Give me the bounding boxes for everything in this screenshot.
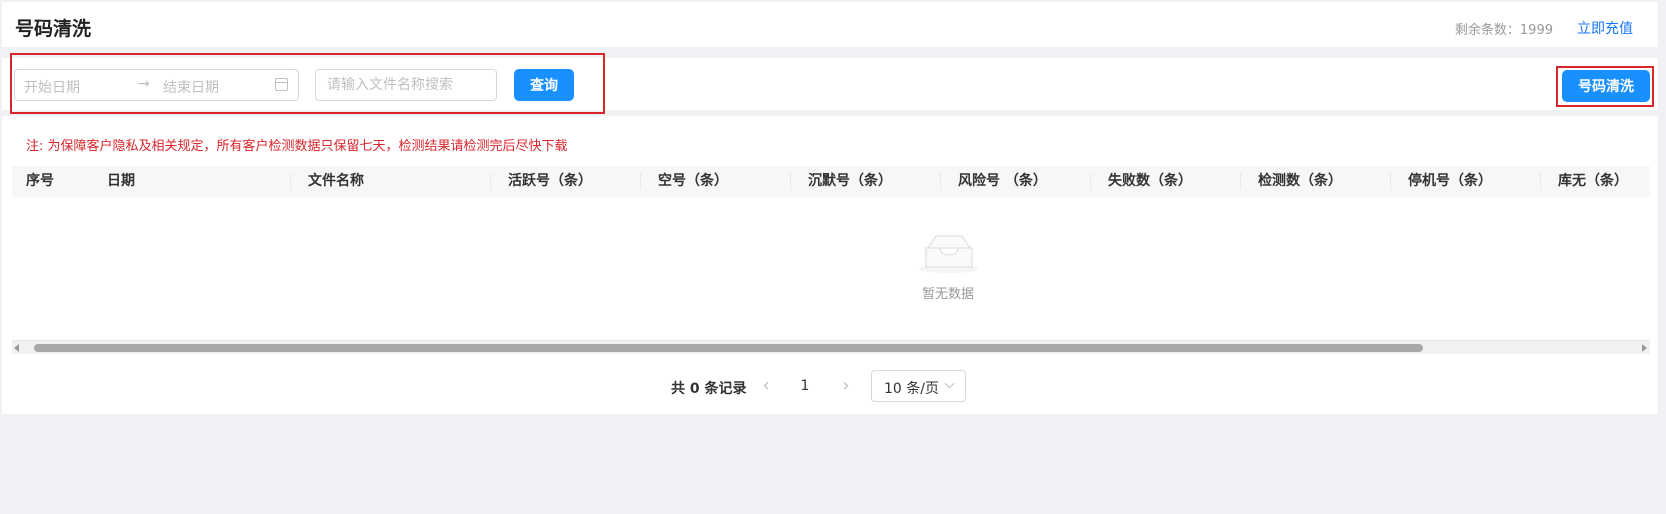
column-divider [1540,173,1541,190]
column-header-suspended: 停机号（条） [1408,173,1492,189]
scrollbar-thumb[interactable] [34,344,1423,352]
column-divider [1240,173,1241,190]
scroll-left-arrow-icon[interactable] [14,344,19,352]
column-header-active: 活跃号（条） [508,173,592,189]
horizontal-scrollbar[interactable] [12,340,1650,354]
column-header-empty: 空号（条） [658,173,728,189]
empty-inbox-icon [919,235,979,273]
range-arrow-icon: → [138,76,150,92]
column-header-checked: 检测数（条） [1258,173,1342,189]
table-header: 序号 日期 文件名称 活跃号（条） 空号（条） 沉默号（条） 风险号 （条） 失… [12,166,1650,197]
column-header-failed: 失败数（条） [1108,173,1192,189]
file-name-search-input[interactable] [315,69,497,101]
query-button[interactable]: 查询 [514,69,574,101]
empty-state-text: 暂无数据 [922,287,975,302]
date-range-picker[interactable]: 开始日期 → 结束日期 [14,69,299,101]
column-header-file-name: 文件名称 [308,173,364,189]
column-header-date: 日期 [107,173,135,189]
recharge-link[interactable]: 立即充值 [1577,18,1633,38]
remaining-count: 剩余条数：1999 [1454,23,1553,38]
column-divider [640,173,641,190]
chevron-down-icon [944,378,955,389]
column-divider [490,173,491,190]
page-header: 号码清洗 剩余条数：1999 立即充值 [2,2,1658,47]
page-title: 号码清洗 [15,18,92,40]
total-records: 共 0 条记录 [671,381,747,397]
page-number-current[interactable]: 1 [793,374,817,398]
page-size-value: 10 条/页 [884,381,939,397]
column-divider [290,173,291,190]
end-date-placeholder[interactable]: 结束日期 [163,77,219,97]
privacy-notice: 注: 为保障客户隐私及相关规定，所有客户检测数据只保留七天，检测结果请检测完后尽… [26,139,568,154]
column-divider [790,173,791,190]
pagination: 共 0 条记录 ‹ 1 › 10 条/页 [0,370,1666,402]
start-date-placeholder[interactable]: 开始日期 [24,77,80,97]
column-header-no-record: 库无（条） [1558,173,1628,189]
column-divider [1390,173,1391,190]
number-clean-button[interactable]: 号码清洗 [1562,70,1650,102]
page-size-select[interactable]: 10 条/页 [871,370,966,402]
column-divider [1090,173,1091,190]
next-page-icon[interactable]: › [836,376,856,396]
prev-page-icon[interactable]: ‹ [756,376,776,396]
column-header-risk: 风险号 （条） [958,173,1047,189]
scroll-right-arrow-icon[interactable] [1642,344,1647,352]
calendar-icon[interactable] [275,78,288,91]
column-header-index: 序号 [26,173,54,189]
column-divider [940,173,941,190]
column-header-silent: 沉默号（条） [808,173,892,189]
